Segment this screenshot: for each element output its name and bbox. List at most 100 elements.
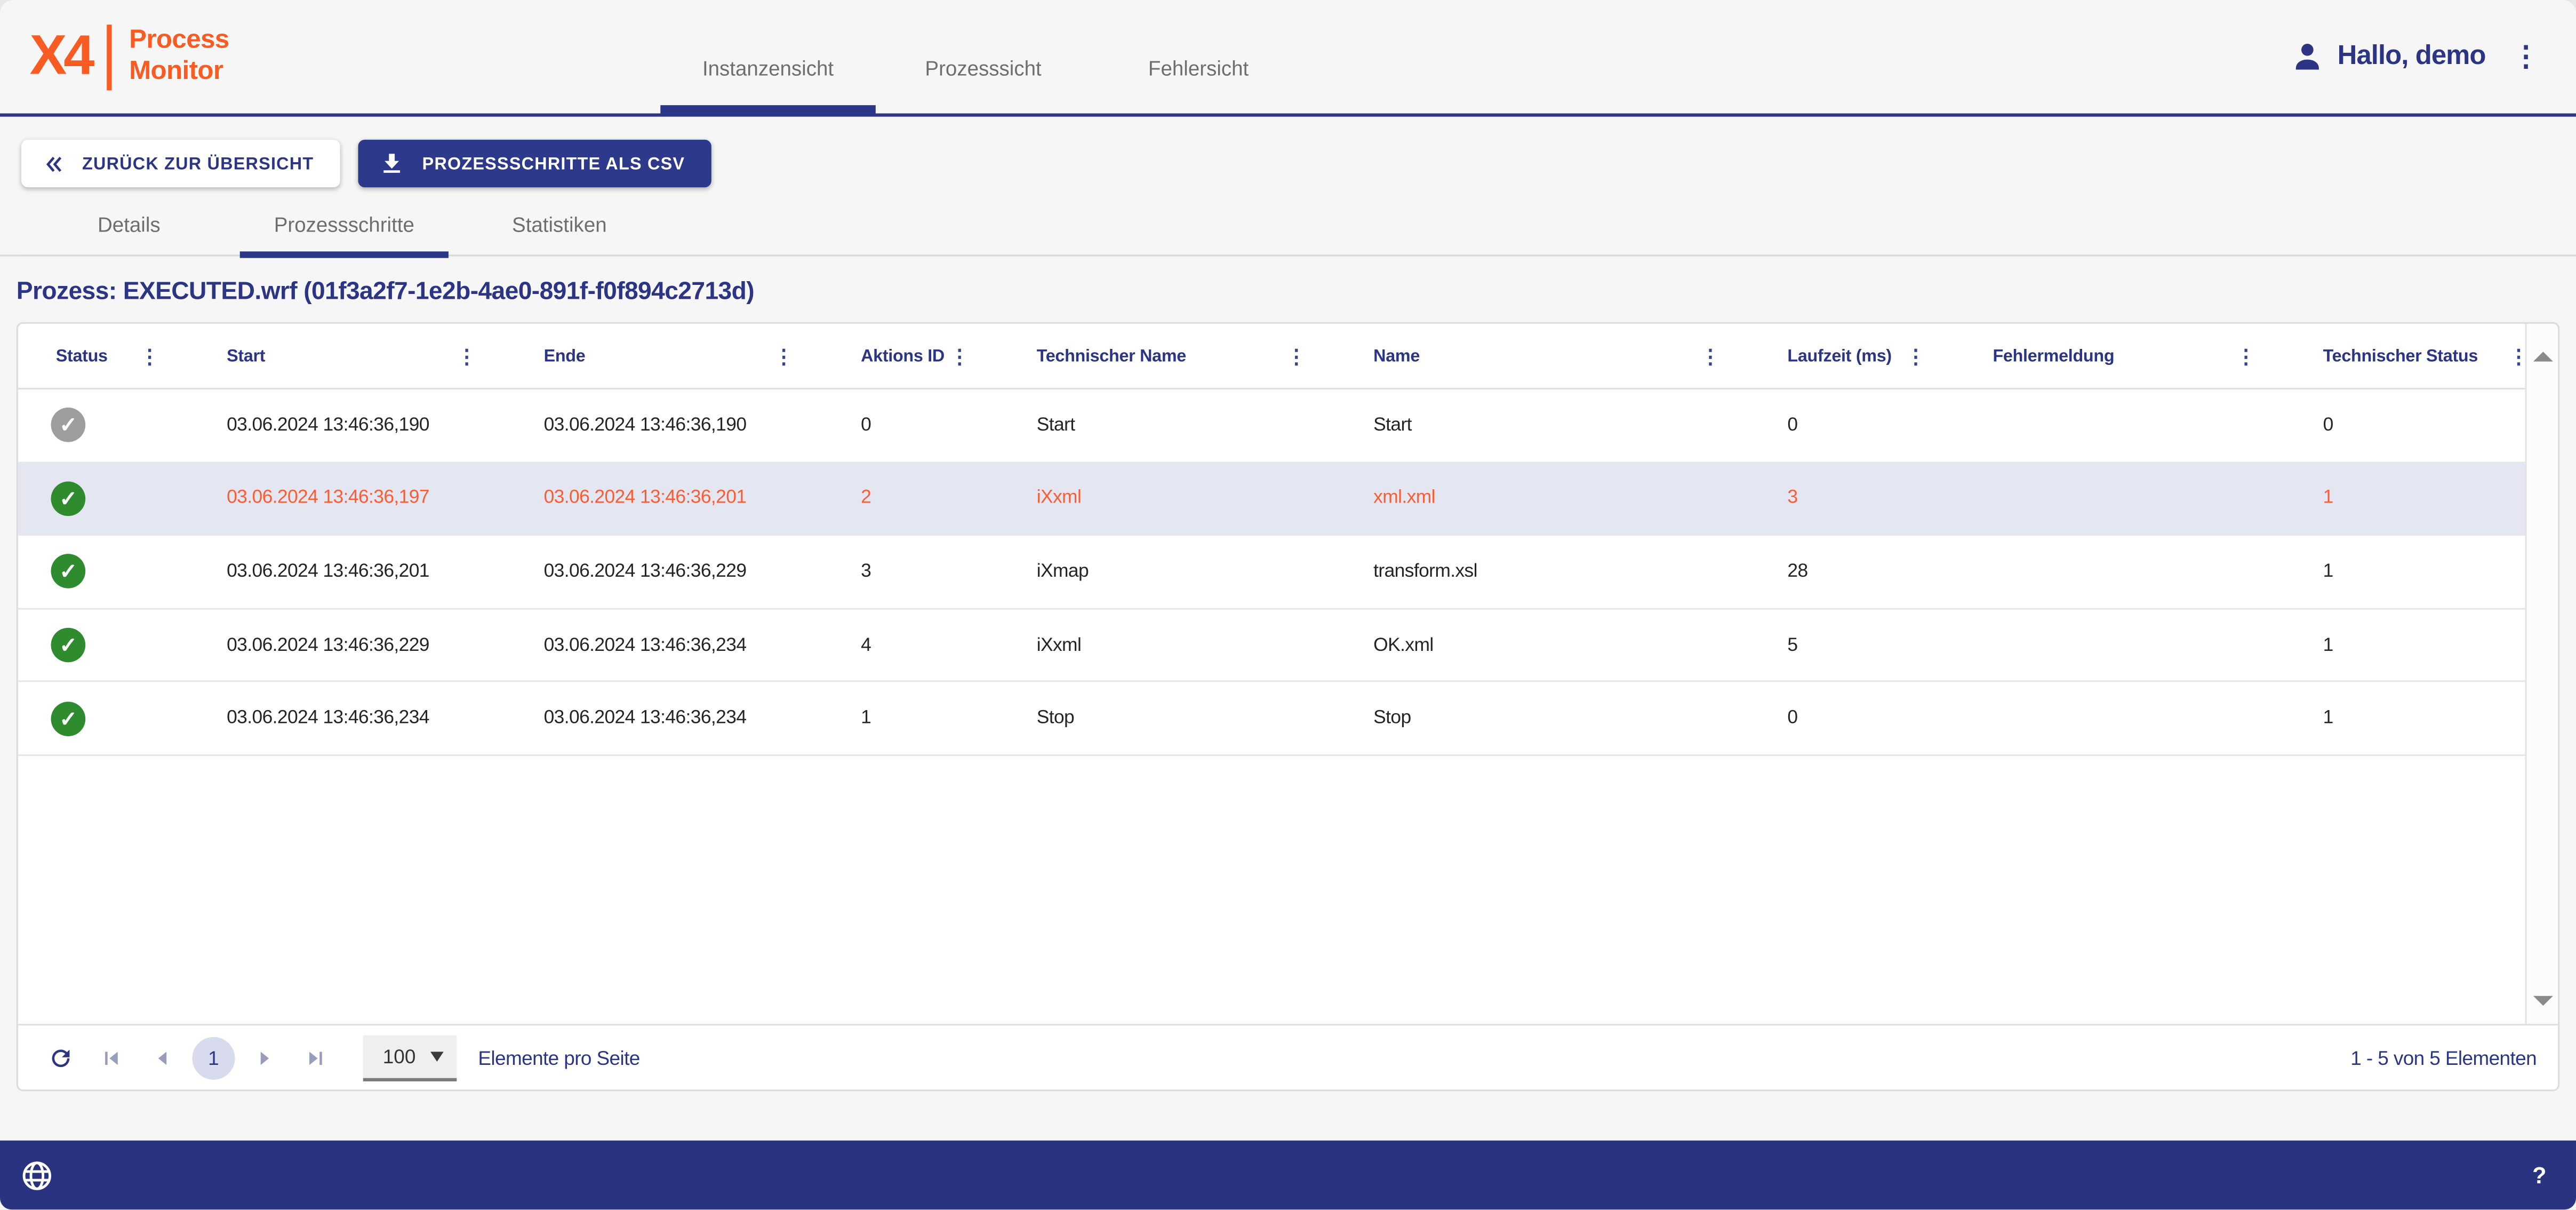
start-cell: 03.06.2024 13:46:36,197 bbox=[189, 463, 506, 534]
per-page-label: Elemente pro Seite bbox=[478, 1046, 639, 1069]
help-icon[interactable]: ? bbox=[2532, 1162, 2546, 1188]
export-csv-button[interactable]: PROZESSSCHRITTE ALS CSV bbox=[358, 140, 711, 187]
x4-logo-mark: X4 bbox=[29, 25, 91, 89]
ende-cell: 03.06.2024 13:46:36,201 bbox=[506, 463, 823, 534]
tab-instanzensicht[interactable]: Instanzensicht bbox=[660, 0, 876, 114]
tab-prozesssicht[interactable]: Prozesssicht bbox=[876, 0, 1091, 114]
column-header-technischer-status[interactable]: Technischer Status⋮ bbox=[2285, 324, 2558, 388]
fehlermeldung-cell bbox=[1955, 389, 2285, 461]
first-page-icon[interactable] bbox=[90, 1036, 133, 1079]
scroll-up-icon[interactable] bbox=[2532, 352, 2552, 361]
technischer-status-cell: 1 bbox=[2285, 536, 2525, 608]
column-header-aktions-id[interactable]: Aktions ID⋮ bbox=[823, 324, 999, 388]
column-menu-icon[interactable]: ⋮ bbox=[950, 346, 970, 365]
column-menu-icon[interactable]: ⋮ bbox=[140, 346, 159, 365]
aktions-id-cell: 3 bbox=[823, 536, 999, 608]
status-ok-icon: ✓ bbox=[51, 408, 85, 443]
page-size-select[interactable]: 100 bbox=[363, 1034, 457, 1080]
technischer-name-cell: Stop bbox=[999, 683, 1335, 754]
previous-page-icon[interactable] bbox=[141, 1036, 184, 1079]
column-menu-icon[interactable]: ⋮ bbox=[2236, 346, 2256, 365]
table-row[interactable]: ✓ 03.06.2024 13:46:36,197 03.06.2024 13:… bbox=[18, 463, 2525, 536]
laufzeit-cell: 0 bbox=[1750, 683, 1955, 754]
ende-cell: 03.06.2024 13:46:36,229 bbox=[506, 536, 823, 608]
column-header-status[interactable]: Status⋮ bbox=[18, 324, 189, 388]
column-menu-icon[interactable]: ⋮ bbox=[1906, 346, 1925, 365]
status-cell: ✓ bbox=[18, 389, 189, 461]
grid-body: ✓ 03.06.2024 13:46:36,190 03.06.2024 13:… bbox=[18, 389, 2525, 1024]
laufzeit-cell: 3 bbox=[1750, 463, 1955, 534]
technischer-status-cell: 1 bbox=[2285, 683, 2525, 754]
tab-prozessschritte[interactable]: Prozessschritte bbox=[237, 213, 452, 254]
csv-button-label: PROZESSSCHRITTE ALS CSV bbox=[422, 154, 685, 173]
scroll-down-icon[interactable] bbox=[2532, 996, 2552, 1006]
technischer-name-cell: iXxml bbox=[999, 463, 1335, 534]
column-header-ende[interactable]: Ende⋮ bbox=[506, 324, 823, 388]
technischer-name-cell: iXxml bbox=[999, 609, 1335, 681]
toolbar: ZURÜCK ZUR ÜBERSICHT PROZESSSCHRITTE ALS… bbox=[21, 140, 2576, 187]
name-cell: Start bbox=[1335, 389, 1749, 461]
table-row[interactable]: ✓ 03.06.2024 13:46:36,190 03.06.2024 13:… bbox=[18, 389, 2525, 463]
tab-statistiken[interactable]: Statistiken bbox=[452, 213, 667, 254]
column-header-laufzeit[interactable]: Laufzeit (ms)⋮ bbox=[1750, 324, 1955, 388]
last-page-icon[interactable] bbox=[294, 1036, 337, 1079]
ende-cell: 03.06.2024 13:46:36,234 bbox=[506, 683, 823, 754]
aktions-id-cell: 1 bbox=[823, 683, 999, 754]
main-nav-tabs: Instanzensicht Prozesssicht Fehlersicht bbox=[660, 0, 1306, 114]
range-label: 1 - 5 von 5 Elementen bbox=[2350, 1046, 2537, 1069]
page-size-value: 100 bbox=[383, 1045, 416, 1068]
start-cell: 03.06.2024 13:46:36,190 bbox=[189, 389, 506, 461]
next-page-icon[interactable] bbox=[243, 1036, 286, 1079]
column-menu-icon[interactable]: ⋮ bbox=[774, 346, 794, 365]
column-header-fehlermeldung[interactable]: Fehlermeldung⋮ bbox=[1955, 324, 2285, 388]
process-title: Prozess: EXECUTED.wrf (01f3a2f7-1e2b-4ae… bbox=[17, 278, 2576, 311]
column-menu-icon[interactable]: ⋮ bbox=[1286, 346, 1306, 365]
user-menu-kebab-icon[interactable]: ⋮ bbox=[2512, 43, 2540, 70]
technischer-status-cell: 1 bbox=[2285, 609, 2525, 681]
laufzeit-cell: 5 bbox=[1750, 609, 1955, 681]
fehlermeldung-cell bbox=[1955, 609, 2285, 681]
status-ok-icon: ✓ bbox=[51, 628, 85, 663]
start-cell: 03.06.2024 13:46:36,234 bbox=[189, 683, 506, 754]
aktions-id-cell: 0 bbox=[823, 389, 999, 461]
column-menu-icon[interactable]: ⋮ bbox=[1700, 346, 1720, 365]
app-header: X4 Process Monitor Instanzensicht Prozes… bbox=[0, 0, 2576, 117]
refresh-icon[interactable] bbox=[39, 1036, 82, 1079]
app-footer: ? bbox=[0, 1141, 2576, 1209]
process-steps-grid: Status⋮ Start⋮ Ende⋮ Aktions ID⋮ Technis… bbox=[17, 322, 2559, 1092]
back-button-label: ZURÜCK ZUR ÜBERSICHT bbox=[82, 154, 314, 173]
start-cell: 03.06.2024 13:46:36,229 bbox=[189, 609, 506, 681]
name-cell: transform.xsl bbox=[1335, 536, 1749, 608]
user-icon bbox=[2290, 39, 2324, 74]
status-cell: ✓ bbox=[18, 609, 189, 681]
laufzeit-cell: 0 bbox=[1750, 389, 1955, 461]
app-root: X4 Process Monitor Instanzensicht Prozes… bbox=[0, 0, 2576, 1209]
fehlermeldung-cell bbox=[1955, 536, 2285, 608]
tab-details[interactable]: Details bbox=[21, 213, 237, 254]
table-row[interactable]: ✓ 03.06.2024 13:46:36,234 03.06.2024 13:… bbox=[18, 683, 2525, 756]
page-number-button[interactable]: 1 bbox=[192, 1036, 235, 1079]
back-to-overview-button[interactable]: ZURÜCK ZUR ÜBERSICHT bbox=[21, 140, 340, 187]
table-row[interactable]: ✓ 03.06.2024 13:46:36,201 03.06.2024 13:… bbox=[18, 536, 2525, 609]
tab-fehlersicht[interactable]: Fehlersicht bbox=[1091, 0, 1306, 114]
column-header-technischer-name[interactable]: Technischer Name⋮ bbox=[999, 324, 1335, 388]
globe-icon[interactable] bbox=[20, 1158, 54, 1192]
technischer-name-cell: Start bbox=[999, 389, 1335, 461]
vertical-scrollbar[interactable] bbox=[2525, 324, 2558, 1024]
technischer-name-cell: iXmap bbox=[999, 536, 1335, 608]
double-chevron-left-icon bbox=[41, 152, 67, 175]
name-cell: Stop bbox=[1335, 683, 1749, 754]
detail-tabs: Details Prozessschritte Statistiken bbox=[21, 213, 2576, 256]
aktions-id-cell: 4 bbox=[823, 609, 999, 681]
logo-divider bbox=[106, 24, 111, 90]
column-header-name[interactable]: Name⋮ bbox=[1335, 324, 1749, 388]
fehlermeldung-cell bbox=[1955, 463, 2285, 534]
status-ok-icon: ✓ bbox=[51, 481, 85, 516]
table-row[interactable]: ✓ 03.06.2024 13:46:36,229 03.06.2024 13:… bbox=[18, 609, 2525, 682]
dropdown-arrow-icon bbox=[430, 1051, 444, 1061]
aktions-id-cell: 2 bbox=[823, 463, 999, 534]
app-title: Process Monitor bbox=[129, 26, 229, 87]
status-ok-icon: ✓ bbox=[51, 701, 85, 736]
column-header-start[interactable]: Start⋮ bbox=[189, 324, 506, 388]
column-menu-icon[interactable]: ⋮ bbox=[457, 346, 477, 365]
